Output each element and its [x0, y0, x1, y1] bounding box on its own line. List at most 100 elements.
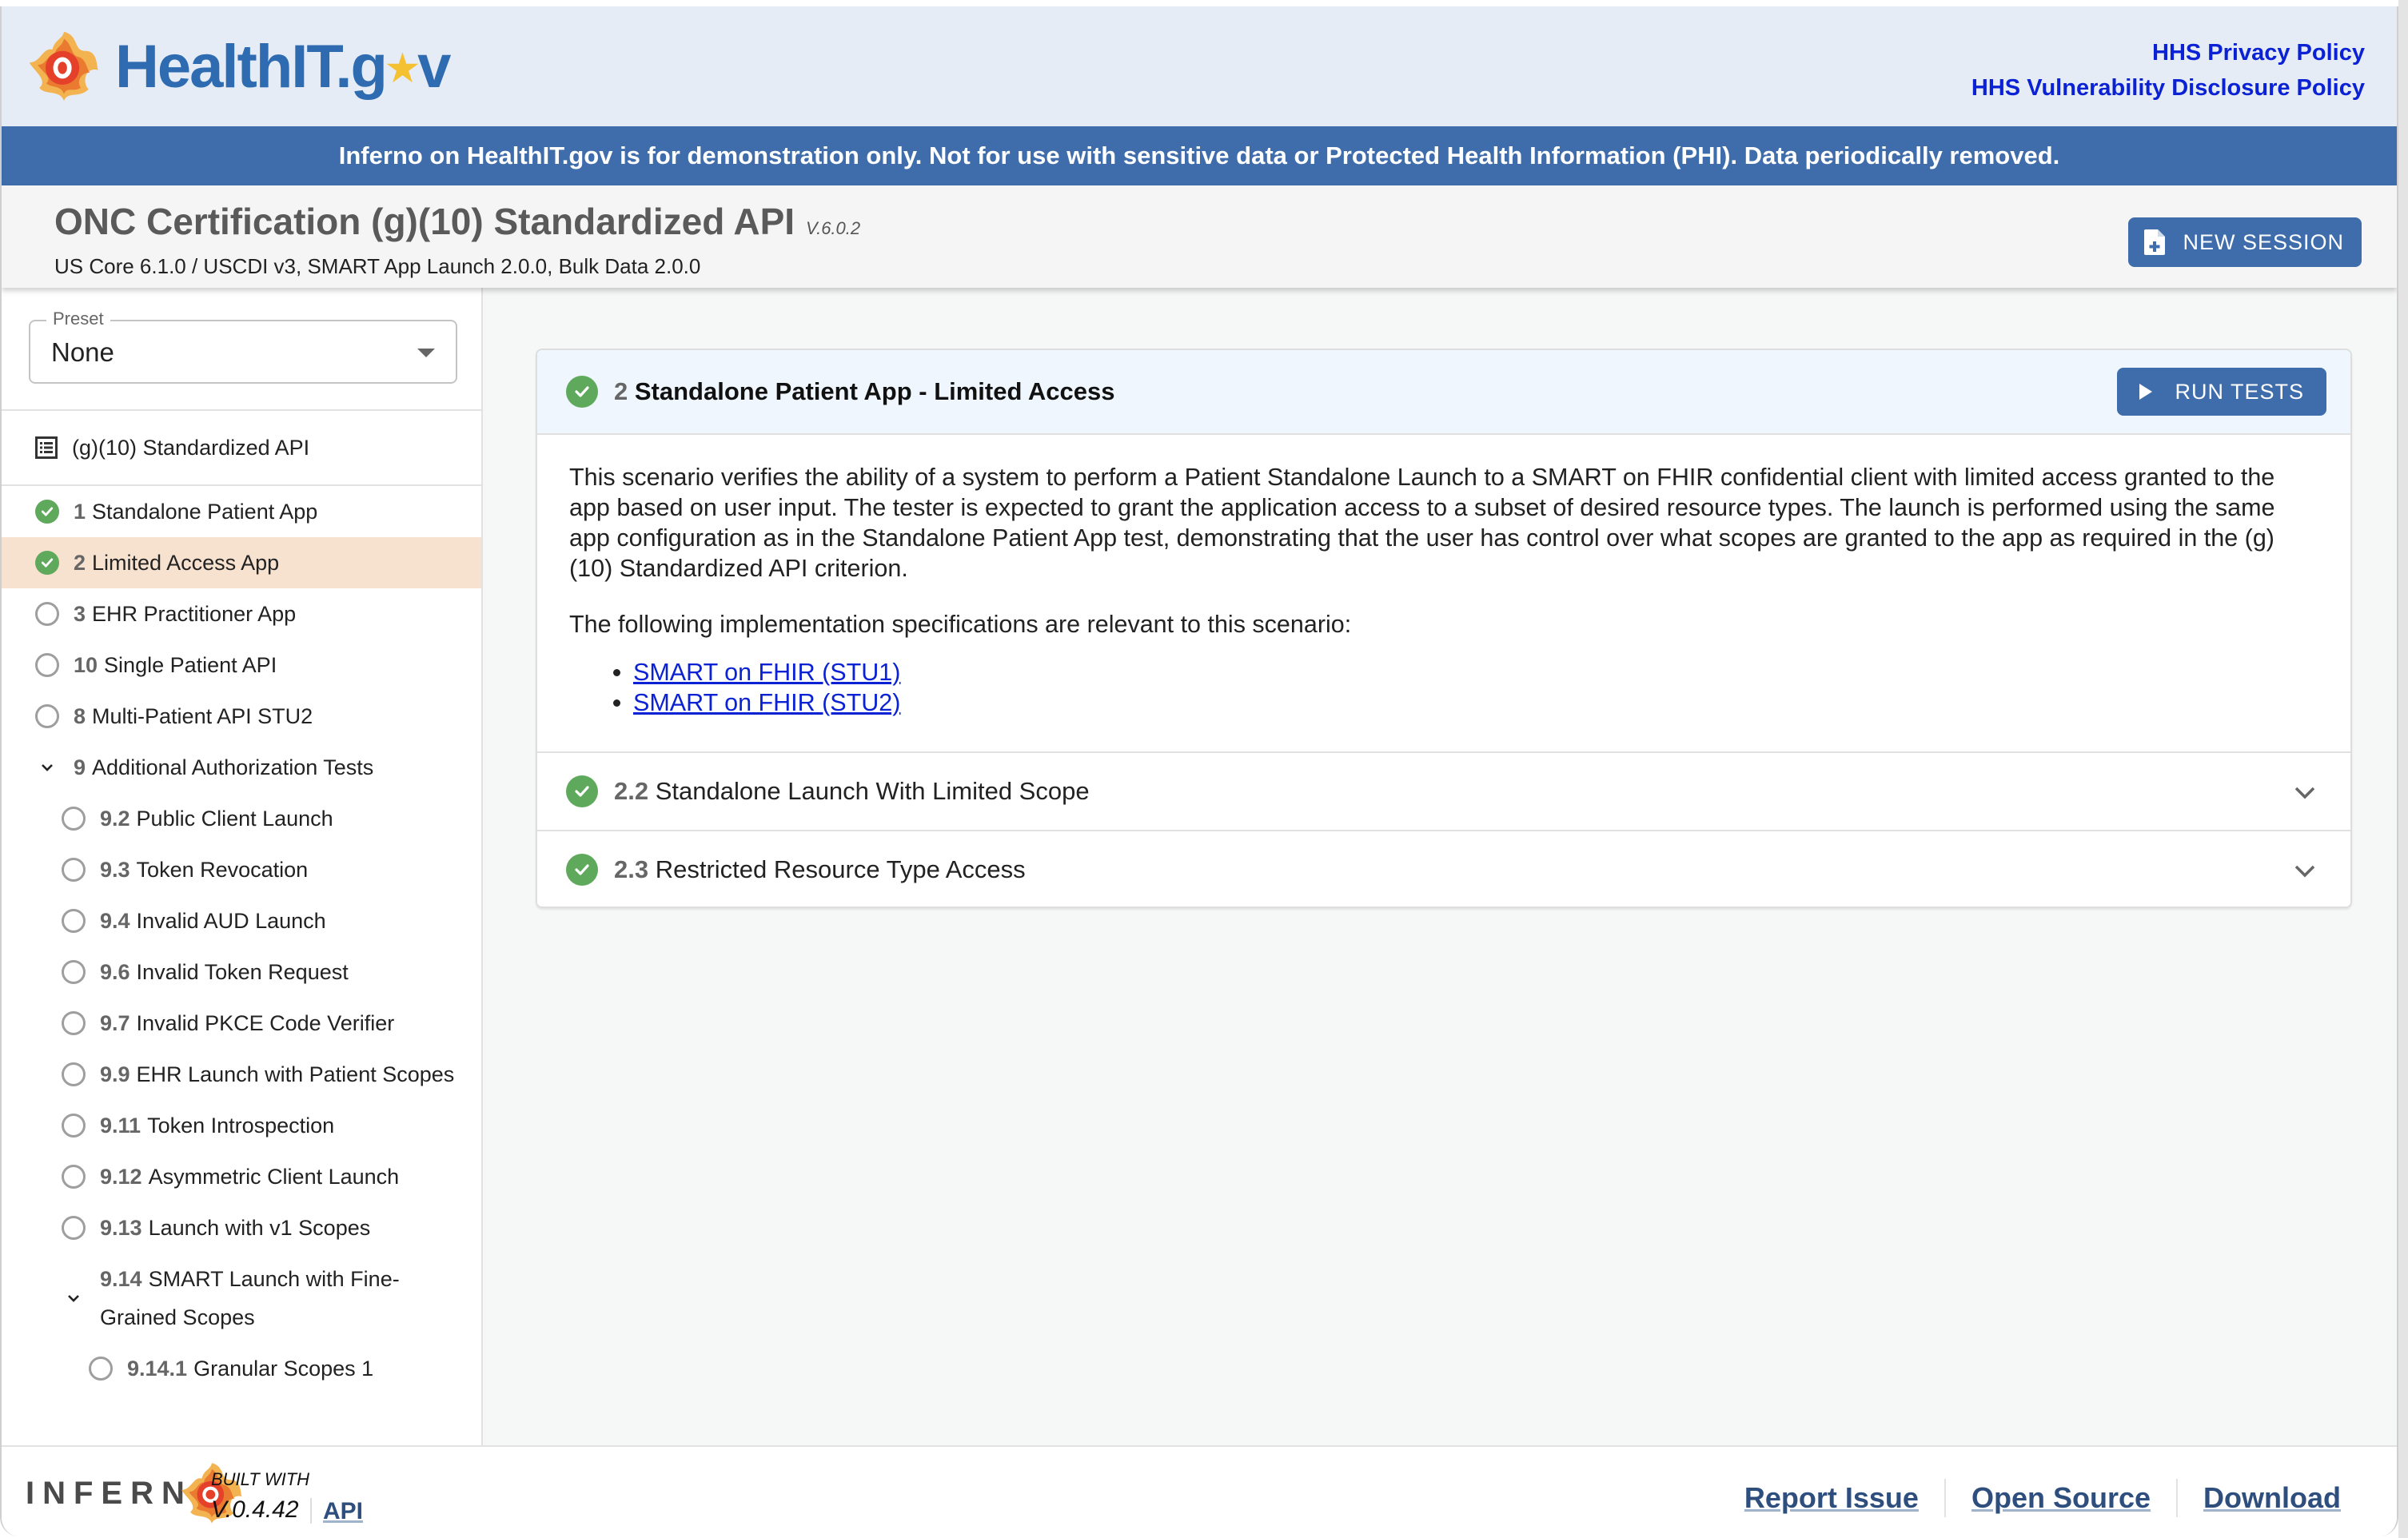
- not-run-circle-icon: [62, 1216, 86, 1240]
- sidebar-suite-overview[interactable]: (g)(10) Standardized API: [2, 409, 481, 486]
- sidebar-item-label: EHR Practitioner App: [92, 602, 297, 626]
- test-navigation-sidebar: Preset None (g)(10) Standardized API 1 St…: [2, 288, 483, 1445]
- preset-select[interactable]: Preset None: [29, 309, 457, 384]
- test-number: 9.9: [100, 1062, 130, 1086]
- divider: [310, 1498, 312, 1524]
- sidebar-item-label: Invalid AUD Launch: [136, 909, 326, 933]
- built-with-label: BUILT WITH: [211, 1469, 310, 1489]
- open-source-link[interactable]: Open Source: [1971, 1481, 2151, 1515]
- run-tests-button[interactable]: RUN TESTS: [2117, 368, 2326, 416]
- sidebar-item-smart-fine-grained-scopes[interactable]: 9.14 SMART Launch with Fine-Grained Scope…: [2, 1253, 481, 1343]
- status-icon-wrap: [62, 1011, 86, 1035]
- sidebar-item-invalid-pkce-code-verifier[interactable]: 9.7 Invalid PKCE Code Verifier: [2, 998, 481, 1049]
- sidebar-item-text: 9.12 Asymmetric Client Launch: [100, 1151, 423, 1202]
- sidebar-item-label: Invalid PKCE Code Verifier: [136, 1011, 395, 1035]
- list-item: SMART on FHIR (STU1): [633, 657, 2312, 687]
- sidebar-item-text: 9.14.1 Granular Scopes 1: [127, 1343, 397, 1394]
- pass-check-icon: [35, 551, 59, 575]
- sidebar-item-label: Invalid Token Request: [136, 960, 349, 984]
- sidebar-item-text: 9.7 Invalid PKCE Code Verifier: [100, 998, 418, 1049]
- not-run-circle-icon: [62, 960, 86, 984]
- smart-stu1-link[interactable]: SMART on FHIR (STU1): [633, 659, 900, 686]
- sidebar-item-label: EHR Launch with Patient Scopes: [136, 1062, 455, 1086]
- sidebar-item-additional-authorization-tests[interactable]: 9 Additional Authorization Tests: [2, 742, 481, 793]
- test-number: 8: [74, 704, 86, 728]
- sidebar-item-text: 1 Standalone Patient App: [74, 486, 341, 537]
- chevron-down-icon[interactable]: [2291, 779, 2318, 806]
- status-icon-wrap: [62, 858, 86, 882]
- sidebar-item-label: Limited Access App: [92, 551, 280, 575]
- sidebar-item-text: 9.4 Invalid AUD Launch: [100, 895, 350, 946]
- pass-check-icon: [566, 376, 598, 408]
- sidebar-item-standalone-patient-app[interactable]: 1 Standalone Patient App: [2, 486, 481, 537]
- sidebar-item-label: Single Patient API: [104, 653, 277, 677]
- sidebar-item-single-patient-api[interactable]: 10 Single Patient API: [2, 640, 481, 691]
- test-row-2-3[interactable]: 2.3 Restricted Resource Type Access: [537, 830, 2350, 906]
- new-file-icon: [2144, 229, 2166, 255]
- spec-links-list: SMART on FHIR (STU1) SMART on FHIR (STU2…: [633, 657, 2312, 718]
- sidebar-item-multi-patient-api[interactable]: 8 Multi-Patient API STU2: [2, 691, 481, 742]
- dropdown-arrow-icon: [417, 349, 435, 357]
- list-icon: [35, 436, 58, 459]
- test-title: 2.2 Standalone Launch With Limited Scope: [614, 777, 1090, 806]
- run-tests-label: RUN TESTS: [2175, 379, 2304, 404]
- footer: INFERN BUILT WITH V.0.4.42 API Report Is…: [2, 1445, 2397, 1536]
- sidebar-item-asymmetric-client-launch[interactable]: 9.12 Asymmetric Client Launch: [2, 1151, 481, 1202]
- healthit-logo[interactable]: HealthIT.g★v: [26, 22, 451, 110]
- policy-links: HHS Privacy Policy HHS Vulnerability Dis…: [1971, 35, 2365, 106]
- sidebar-item-label: Token Revocation: [136, 858, 309, 882]
- not-run-circle-icon: [35, 602, 59, 626]
- banner-text: Inferno on HealthIT.gov is for demonstra…: [338, 141, 2060, 169]
- test-number: 9.14: [100, 1267, 142, 1291]
- sidebar-item-launch-v1-scopes[interactable]: 9.13 Launch with v1 Scopes: [2, 1202, 481, 1253]
- sidebar-item-limited-access-app[interactable]: 2 Limited Access App: [2, 537, 481, 588]
- test-name: Standalone Launch With Limited Scope: [655, 777, 1090, 805]
- sidebar-item-label: Multi-Patient API STU2: [92, 704, 313, 728]
- sidebar-item-public-client-launch[interactable]: 9.2 Public Client Launch: [2, 793, 481, 844]
- suite-label: (g)(10) Standardized API: [72, 435, 310, 460]
- smart-stu2-link[interactable]: SMART on FHIR (STU2): [633, 689, 900, 716]
- sidebar-item-invalid-aud-launch[interactable]: 9.4 Invalid AUD Launch: [2, 895, 481, 946]
- play-icon: [2139, 384, 2153, 400]
- suite-version: V.6.0.2: [806, 218, 861, 238]
- status-icon-wrap: [35, 602, 59, 626]
- sidebar-item-ehr-launch-patient-scopes[interactable]: 9.9 EHR Launch with Patient Scopes: [2, 1049, 481, 1100]
- privacy-policy-link[interactable]: HHS Privacy Policy: [1971, 35, 2365, 70]
- chevron-down-icon[interactable]: [2291, 857, 2318, 884]
- sidebar-item-ehr-practitioner-app[interactable]: 3 EHR Practitioner App: [2, 588, 481, 640]
- status-icon-wrap: [62, 1062, 86, 1086]
- window-scrollbar[interactable]: [2398, 0, 2408, 1538]
- test-suite-title-bar: ONC Certification (g)(10) Standardized A…: [2, 185, 2397, 288]
- test-group-name: Standalone Patient App - Limited Access: [634, 377, 1115, 405]
- sidebar-item-token-introspection[interactable]: 9.11 Token Introspection: [2, 1100, 481, 1151]
- test-name: Restricted Resource Type Access: [655, 855, 1026, 883]
- sidebar-item-token-revocation[interactable]: 9.3 Token Revocation: [2, 844, 481, 895]
- not-run-circle-icon: [35, 704, 59, 728]
- download-link[interactable]: Download: [2203, 1481, 2341, 1515]
- sidebar-item-invalid-token-request[interactable]: 9.6 Invalid Token Request: [2, 946, 481, 998]
- sidebar-item-text: 9.9 EHR Launch with Patient Scopes: [100, 1049, 478, 1100]
- sidebar-item-label: Launch with v1 Scopes: [148, 1216, 371, 1240]
- status-icon-wrap: [62, 1114, 86, 1138]
- vulnerability-policy-link[interactable]: HHS Vulnerability Disclosure Policy: [1971, 70, 2365, 106]
- status-icon-wrap: [62, 1165, 86, 1189]
- sidebar-item-granular-scopes-1[interactable]: 9.14.1 Granular Scopes 1: [2, 1343, 481, 1394]
- api-link[interactable]: API: [323, 1498, 363, 1525]
- sidebar-item-label: SMART Launch with Fine-Grained Scopes: [100, 1267, 400, 1329]
- status-icon-wrap: [35, 704, 59, 728]
- status-icon-wrap: [35, 500, 59, 524]
- new-session-button[interactable]: NEW SESSION: [2128, 217, 2362, 267]
- new-session-label: NEW SESSION: [2183, 229, 2344, 254]
- pass-check-icon: [566, 775, 598, 807]
- chevron-down-icon[interactable]: [35, 755, 59, 779]
- divider: [2176, 1479, 2179, 1517]
- test-row-2-2[interactable]: 2.2 Standalone Launch With Limited Scope: [537, 751, 2350, 830]
- sidebar-item-label: Asymmetric Client Launch: [148, 1165, 400, 1189]
- chevron-down-icon[interactable]: [62, 1286, 86, 1310]
- site-header: HealthIT.g★v HHS Privacy Policy HHS Vuln…: [2, 6, 2397, 126]
- specs-intro: The following implementation specificati…: [569, 611, 1352, 638]
- test-group-list: 1 Standalone Patient App 2 Limited Access …: [2, 486, 481, 1394]
- test-group-header: 2 Standalone Patient App - Limited Acces…: [537, 350, 2350, 435]
- report-issue-link[interactable]: Report Issue: [1744, 1481, 1919, 1515]
- sidebar-item-text: 9.13 Launch with v1 Scopes: [100, 1202, 394, 1253]
